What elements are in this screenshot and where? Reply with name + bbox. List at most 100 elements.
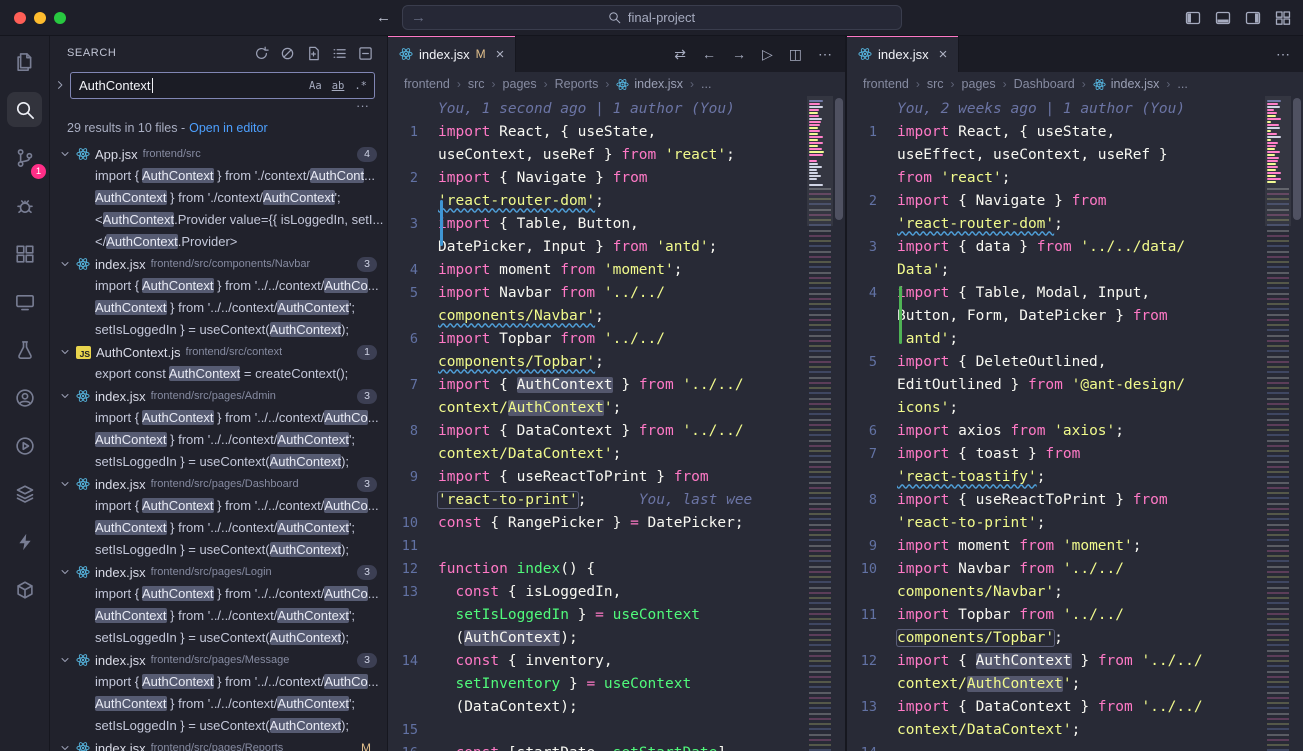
search-input[interactable]: AuthContext Aaab.* [70,72,375,99]
activity-remote-explorer-icon[interactable] [7,284,42,319]
code-line[interactable]: components/Topbar'; [388,350,807,373]
next-change-icon[interactable]: → [732,46,746,62]
customize-layout-icon[interactable] [1275,10,1291,26]
code-line[interactable]: (DataContext); [388,695,807,718]
breadcrumb-item[interactable]: frontend [404,77,450,91]
match-case-icon[interactable]: Aa [306,78,325,94]
code-line[interactable]: 'react-router-dom'; [388,189,807,212]
code-line[interactable]: Data'; [847,258,1265,281]
result-match-row[interactable]: </AuthContext.Provider> [50,231,387,253]
forward-button[interactable]: → [411,9,426,26]
code-line[interactable]: Button, Form, DatePicker } from [847,304,1265,327]
result-file-row[interactable]: index.jsxfrontend/src/pages/ReportsM [50,737,387,751]
editor-tab[interactable]: index.jsx × [847,36,959,72]
activity-power-icon[interactable] [7,524,42,559]
breadcrumb-file[interactable]: index.jsx [1093,77,1160,91]
split-editor-icon[interactable]: ◫ [789,46,802,63]
activity-testing-icon[interactable] [7,332,42,367]
result-match-row[interactable]: import { AuthContext } from '../../conte… [50,495,387,517]
toggle-secondary-sidebar-icon[interactable] [1245,10,1261,26]
breadcrumb-item[interactable]: Reports [555,77,599,91]
result-match-row[interactable]: import { AuthContext } from '../../conte… [50,407,387,429]
code-line[interactable]: useEffect, useContext, useRef } [847,143,1265,166]
code-line[interactable]: 9import { useReactToPrint } from [388,465,807,488]
regex-icon[interactable]: .* [351,78,370,94]
clear-search-results-icon[interactable] [280,46,295,61]
result-match-row[interactable]: setIsLoggedIn } = useContext(AuthContext… [50,715,387,737]
result-match-row[interactable]: setIsLoggedIn } = useContext(AuthContext… [50,539,387,561]
code-line[interactable]: 14 const { inventory, [388,649,807,672]
code-editor[interactable]: You, 2 weeks ago | 1 author (You)1import… [847,96,1265,751]
result-match-row[interactable]: import { AuthContext } from '../../conte… [50,583,387,605]
back-button[interactable]: ← [376,9,391,26]
code-line[interactable]: components/Topbar'; [847,626,1265,649]
code-line[interactable]: 'antd'; [847,327,1265,350]
open-new-search-editor-icon[interactable] [306,46,321,61]
code-line[interactable]: 'react-to-print'; You, last wee [388,488,807,511]
code-line[interactable]: setInventory } = useContext [388,672,807,695]
scrollbar-thumb[interactable] [835,98,843,220]
code-line[interactable]: 7import { AuthContext } from '../../ [388,373,807,396]
breadcrumb-item[interactable]: src [468,77,485,91]
code-line[interactable]: 3import { Table, Button, [388,212,807,235]
code-line[interactable]: 12import { AuthContext } from '../../ [847,649,1265,672]
code-line[interactable]: 7import { toast } from [847,442,1265,465]
code-line[interactable]: components/Navbar'; [847,580,1265,603]
result-match-row[interactable]: AuthContext } from '../../context/AuthCo… [50,297,387,319]
result-file-row[interactable]: index.jsxfrontend/src/pages/Login3 [50,561,387,583]
run-icon[interactable]: ▷ [762,46,773,63]
result-match-row[interactable]: AuthContext } from '../../context/AuthCo… [50,605,387,627]
zoom-window-button[interactable] [54,12,66,24]
code-line[interactable]: context/DataContext'; [847,718,1265,741]
breadcrumb-item[interactable]: Dashboard [1014,77,1075,91]
breadcrumb-item[interactable]: pages [962,77,996,91]
code-line[interactable]: DatePicker, Input } from 'antd'; [388,235,807,258]
code-line[interactable]: 10const { RangePicker } = DatePicker; [388,511,807,534]
tab-close-icon[interactable]: × [939,46,948,63]
result-match-row[interactable]: AuthContext } from '../../context/AuthCo… [50,429,387,451]
code-line[interactable]: useContext, useRef } from 'react'; [388,143,807,166]
prev-change-icon[interactable]: ← [702,46,716,62]
code-line[interactable]: EditOutlined } from '@ant-design/ [847,373,1265,396]
breadcrumb-item[interactable]: frontend [863,77,909,91]
code-line[interactable]: from 'react'; [847,166,1265,189]
activity-search-icon[interactable] [7,92,42,127]
activity-accounts-icon[interactable] [7,380,42,415]
result-match-row[interactable]: AuthContext } from '../../context/AuthCo… [50,517,387,539]
scrollbar[interactable] [833,96,845,751]
code-line[interactable]: 1import React, { useState, [388,120,807,143]
toggle-search-details-icon[interactable]: ··· [356,99,369,116]
editor-tab[interactable]: index.jsx M × [388,36,516,72]
code-line[interactable]: You, 1 second ago | 1 author (You) [388,97,807,120]
activity-packages-icon[interactable] [7,572,42,607]
scrollbar[interactable] [1291,96,1303,751]
code-line[interactable]: 'react-toastify'; [847,465,1265,488]
code-line[interactable]: (AuthContext); [388,626,807,649]
collapse-all-icon[interactable] [358,46,373,61]
breadcrumb-item[interactable]: src [927,77,944,91]
code-line[interactable]: components/Navbar'; [388,304,807,327]
breadcrumb-file[interactable]: index.jsx [616,77,683,91]
activity-source-control-icon[interactable]: 1 [7,140,42,175]
code-line[interactable]: 4import moment from 'moment'; [388,258,807,281]
more-actions-icon[interactable]: ⋯ [818,46,832,63]
code-line[interactable]: 11 [388,534,807,557]
code-line[interactable]: 13import { DataContext } from '../../ [847,695,1265,718]
result-match-row[interactable]: setIsLoggedIn } = useContext(AuthContext… [50,627,387,649]
code-line[interactable]: 14 [847,741,1265,751]
breadcrumb-more[interactable]: ... [701,77,711,91]
code-line[interactable]: 1import React, { useState, [847,120,1265,143]
code-line[interactable]: 6import Topbar from '../../ [388,327,807,350]
code-line[interactable]: 'react-router-dom'; [847,212,1265,235]
code-line[interactable]: 'react-to-print'; [847,511,1265,534]
code-line[interactable]: 8import { useReactToPrint } from [847,488,1265,511]
minimize-window-button[interactable] [34,12,46,24]
result-match-row[interactable]: AuthContext } from '../../context/AuthCo… [50,693,387,715]
activity-run-and-debug-icon[interactable] [7,188,42,223]
code-line[interactable]: 10import Navbar from '../../ [847,557,1265,580]
result-match-row[interactable]: import { AuthContext } from './context/A… [50,165,387,187]
code-line[interactable]: 15 [388,718,807,741]
result-match-row[interactable]: <AuthContext.Provider value={{ isLoggedI… [50,209,387,231]
code-line[interactable]: context/AuthContext'; [847,672,1265,695]
code-line[interactable]: 2import { Navigate } from [388,166,807,189]
